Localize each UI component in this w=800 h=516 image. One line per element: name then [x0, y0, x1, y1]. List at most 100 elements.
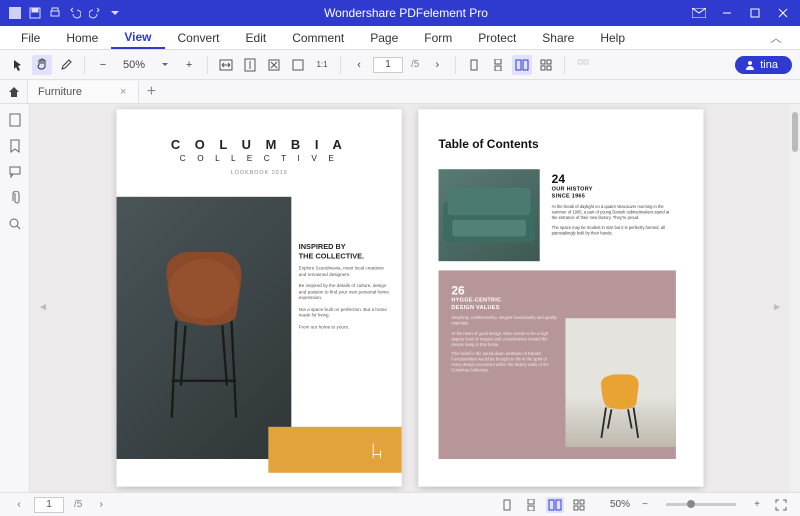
layout-facing-icon[interactable]: [512, 55, 532, 75]
layout-continuous-icon[interactable]: [488, 55, 508, 75]
layout-single-icon[interactable]: [464, 55, 484, 75]
view-toolbar: − 50% + 1:1 ‹ 1 /5 › tina: [0, 50, 800, 80]
p2-s2-p1: Simplicity, craftsmanship, elegant funct…: [451, 316, 557, 327]
tab-close-icon[interactable]: ×: [118, 86, 128, 98]
close-button[interactable]: [772, 4, 794, 22]
p2-s1-h2: SINCE 1965: [552, 194, 672, 200]
p1-heading-1: INSPIRED BY: [299, 243, 391, 252]
status-next-icon[interactable]: ›: [92, 497, 110, 513]
zoom-dropdown-icon[interactable]: [155, 55, 175, 75]
orange-chair-icon: [588, 369, 652, 443]
status-zoom-in-icon[interactable]: +: [748, 497, 766, 513]
page-2: Table of Contents 24 OUR HISTORY SINCE 1…: [418, 109, 703, 486]
tab-furniture[interactable]: Furniture ×: [28, 81, 139, 103]
fit-page-icon[interactable]: [264, 55, 284, 75]
zoom-in-icon[interactable]: +: [179, 55, 199, 75]
actual-size-icon[interactable]: [288, 55, 308, 75]
menu-view[interactable]: View: [111, 27, 164, 49]
p2-mauve-block: 26 HYGGE-CENTRIC DESIGN VALUES Simplicit…: [439, 270, 676, 459]
one-to-one-icon[interactable]: 1:1: [312, 55, 332, 75]
menu-form[interactable]: Form: [411, 28, 465, 48]
p1-brand-bottom: C O L L E C T I V E: [117, 154, 402, 163]
menu-file[interactable]: File: [8, 28, 53, 48]
bookmarks-icon[interactable]: [7, 138, 23, 154]
status-layout-single-icon[interactable]: [498, 497, 516, 513]
home-tab-icon[interactable]: [0, 80, 28, 104]
next-page-icon[interactable]: ›: [427, 55, 447, 75]
menubar: File Home View Convert Edit Comment Page…: [0, 26, 800, 50]
status-prev-icon[interactable]: ‹: [10, 497, 28, 513]
menu-share[interactable]: Share: [529, 28, 587, 48]
sidebar: [0, 104, 30, 492]
maximize-button[interactable]: [744, 4, 766, 22]
menu-page[interactable]: Page: [357, 28, 411, 48]
menu-convert[interactable]: Convert: [165, 28, 233, 48]
status-page-input[interactable]: 1: [34, 497, 64, 513]
status-layout-grid-icon[interactable]: [570, 497, 588, 513]
p1-lookbook: LOOKBOOK 2019: [117, 170, 402, 176]
p2-s2-p2: At the heart of good design, there needs…: [451, 331, 557, 347]
minimize-button[interactable]: [716, 4, 738, 22]
comments-icon[interactable]: [7, 164, 23, 180]
menu-edit[interactable]: Edit: [233, 28, 280, 48]
redo-icon[interactable]: [88, 6, 102, 20]
zoom-value[interactable]: 50%: [117, 59, 151, 71]
p2-s1-p1: At the break of daylight on a quaint Van…: [552, 204, 672, 220]
attachments-icon[interactable]: [7, 190, 23, 206]
p2-chair-image: [565, 318, 675, 447]
pointer-tool-icon[interactable]: [8, 55, 28, 75]
layout-thumbs-icon[interactable]: [573, 55, 593, 75]
user-badge[interactable]: tina: [735, 56, 792, 74]
status-layout-cont-icon[interactable]: [522, 497, 540, 513]
p2-title: Table of Contents: [439, 137, 704, 151]
sofa-icon: [439, 169, 540, 261]
user-name: tina: [760, 59, 778, 71]
status-layout-facing-icon[interactable]: [546, 497, 564, 513]
canvas-next-icon[interactable]: ►: [768, 298, 786, 317]
p2-s1-num: 24: [552, 172, 672, 186]
p1-brand-top: C O L U M B I A: [117, 137, 402, 152]
menu-protect[interactable]: Protect: [465, 28, 529, 48]
canvas-prev-icon[interactable]: ◄: [34, 298, 52, 317]
p2-s2-p3: This belief in the pared-down aesthetic …: [451, 352, 557, 374]
zoom-out-icon[interactable]: −: [93, 55, 113, 75]
collapse-ribbon-icon[interactable]: ︿: [760, 25, 792, 50]
titlebar: Wondershare PDFelement Pro: [0, 0, 800, 26]
menu-help[interactable]: Help: [587, 28, 638, 48]
prev-page-icon[interactable]: ‹: [349, 55, 369, 75]
status-zoom-out-icon[interactable]: −: [636, 497, 654, 513]
mail-icon[interactable]: [688, 4, 710, 22]
save-icon[interactable]: [28, 6, 42, 20]
page-input[interactable]: 1: [373, 57, 403, 73]
p2-s2-h2: DESIGN VALUES: [451, 305, 557, 311]
document-canvas[interactable]: ◄ ► C O L U M B I A C O L L E C T I V E …: [30, 104, 790, 492]
menu-comment[interactable]: Comment: [279, 28, 357, 48]
thumbnails-icon[interactable]: [7, 112, 23, 128]
p1-para-3: Not a space built on perfection. But a h…: [299, 307, 391, 319]
layout-grid-icon[interactable]: [536, 55, 556, 75]
page-1: C O L U M B I A C O L L E C T I V E LOOK…: [117, 109, 402, 486]
p1-heading-2: THE COLLECTIVE.: [299, 252, 391, 261]
chair-icon: [144, 234, 264, 427]
fit-height-icon[interactable]: [240, 55, 260, 75]
menu-home[interactable]: Home: [53, 28, 111, 48]
p1-accent-block: [268, 427, 401, 473]
zoom-slider[interactable]: [666, 503, 736, 506]
statusbar: ‹ 1 /5 › 50% − +: [0, 492, 800, 516]
page-total: /5: [407, 59, 423, 70]
print-icon[interactable]: [48, 6, 62, 20]
p2-sofa-image: [439, 169, 540, 261]
dropdown-icon[interactable]: [108, 6, 122, 20]
tab-label: Furniture: [38, 86, 82, 98]
p1-para-1: Explore Scandinavia, meet local creative…: [299, 266, 391, 278]
search-panel-icon[interactable]: [7, 216, 23, 232]
fullscreen-icon[interactable]: [772, 497, 790, 513]
vertical-scrollbar[interactable]: [790, 104, 800, 492]
undo-icon[interactable]: [68, 6, 82, 20]
p1-para-4: From our home to yours.: [299, 324, 391, 330]
edit-tool-icon[interactable]: [56, 55, 76, 75]
p1-hero-image: [117, 197, 292, 459]
hand-tool-icon[interactable]: [32, 55, 52, 75]
tab-add-icon[interactable]: +: [139, 83, 163, 101]
fit-width-icon[interactable]: [216, 55, 236, 75]
